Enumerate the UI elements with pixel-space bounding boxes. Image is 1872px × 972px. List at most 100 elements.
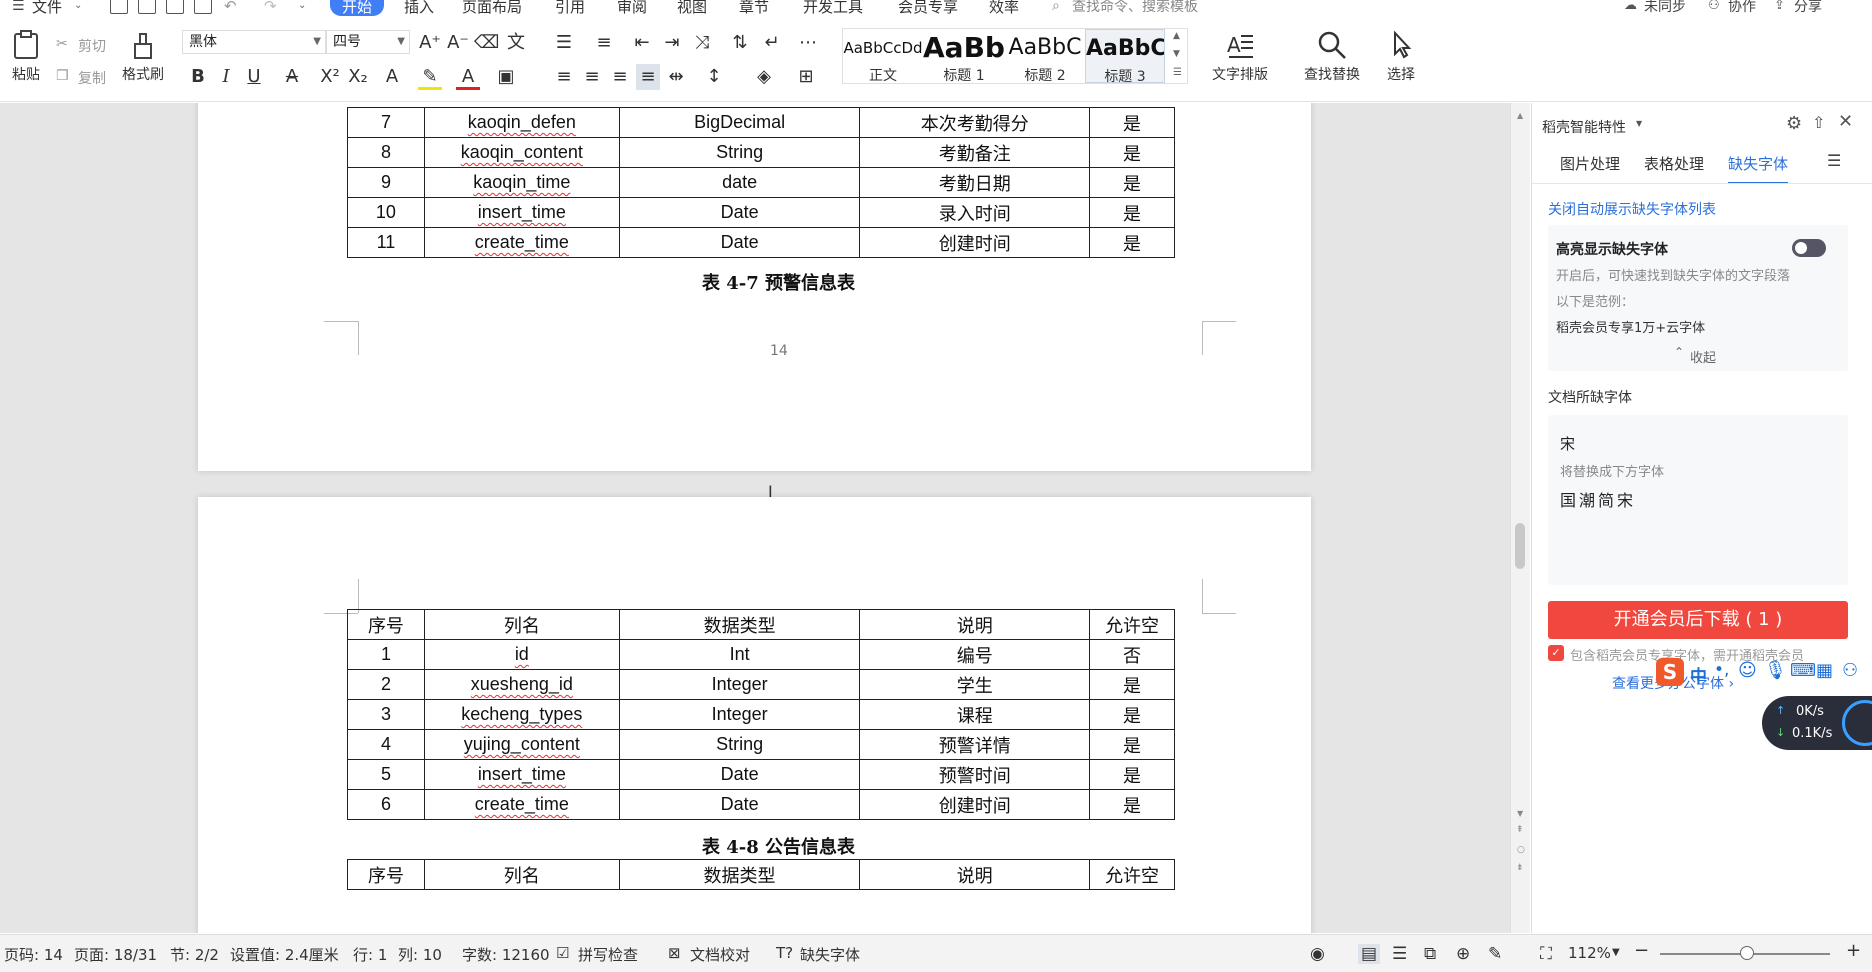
tab-references[interactable]: 引用 [555,0,585,16]
table-cell[interactable]: Int [618,639,861,670]
bold-icon[interactable]: B [186,64,210,90]
user-icon[interactable]: ⚇ [1842,660,1858,681]
tab-chapter[interactable]: 章节 [739,0,769,16]
document-workspace[interactable]: 7 kaoqin_defen BigDecimal 本次考勤得分是 8 kaoqin_co… [0,103,1530,933]
collab-icon[interactable]: ⚇ [1708,0,1720,12]
text-effect-icon[interactable]: A [380,64,404,90]
table-cell[interactable]: 学生 [859,669,1091,700]
table-cell[interactable]: 3 [347,699,425,730]
table-cell[interactable]: Date [618,789,861,820]
status-setting[interactable]: 设置值: 2.4厘米 [230,944,339,965]
table-cell[interactable]: 是 [1089,729,1175,760]
tab-insert[interactable]: 插入 [404,0,434,16]
style-normal[interactable]: AaBbCcDd 正文 [843,29,923,84]
shrink-font-icon[interactable]: A⁻ [446,30,470,56]
pin-icon[interactable]: ⇧ [1812,113,1825,132]
table-cell[interactable]: 本次考勤得分 [859,107,1091,138]
table-row[interactable]: 9 kaoqin_time date 考勤日期是 [347,167,1175,198]
format-painter-button[interactable]: 格式刷 [118,30,168,84]
chevron-up-icon[interactable]: ▲ [1517,111,1523,120]
table-cell[interactable]: insert_time [423,759,620,790]
ime-chinese-mode[interactable]: 中 [1690,662,1707,687]
table-cell[interactable]: String [618,137,861,168]
tab-view[interactable]: 视图 [677,0,707,16]
numbered-list-icon[interactable]: ≡ [592,30,616,56]
italic-icon[interactable]: I [214,64,238,90]
table-cell[interactable]: 9 [347,167,425,198]
document-page[interactable]: 7 kaoqin_defen BigDecimal 本次考勤得分是 8 kaoqin_co… [198,103,1311,471]
tab-home[interactable]: 开始 [330,0,385,16]
print-icon[interactable] [166,0,184,14]
spell-check-button[interactable]: 拼写检查 [578,944,638,965]
highlight-icon[interactable]: ✎ [418,64,442,90]
table-cell[interactable]: 是 [1089,759,1175,790]
table-cell[interactable]: 考勤日期 [859,167,1091,198]
copy-icon[interactable]: ❐ [56,68,69,84]
table-cell[interactable]: xuesheng_id [423,669,620,700]
table-cell[interactable]: 11 [347,227,425,258]
chevron-up-icon[interactable]: ⌃ [1674,345,1684,359]
style-heading-3[interactable]: AaBbC 标题 3 [1085,29,1165,85]
copy-button[interactable]: 复制 [78,68,106,88]
tab-missing-fonts[interactable]: 缺失字体 [1728,153,1789,184]
status-row[interactable]: 行: 1 [353,944,387,965]
table-cell[interactable]: 是 [1089,789,1175,820]
table-row[interactable]: 5 insert_time Date 预警时间是 [347,759,1175,790]
table-cell[interactable]: 是 [1089,197,1175,228]
table-cell[interactable]: 创建时间 [859,227,1091,258]
document-page[interactable]: 序号 列名 数据类型 说明 允许空 1 id Int 编号否 2 xuesheng_id I… [198,497,1311,933]
chevron-down-icon[interactable]: ▼ [1636,119,1642,128]
table-row[interactable]: 8 kaoqin_content String 考勤备注是 [347,137,1175,168]
table-row[interactable]: 2 xuesheng_id Integer 学生是 [347,669,1175,700]
highlight-toggle[interactable] [1792,239,1826,257]
table-cell[interactable]: BigDecimal [618,107,861,138]
status-section[interactable]: 节: 2/2 [170,944,219,965]
sort-icon[interactable]: ⇅ [728,30,752,56]
table-row[interactable]: 3 kecheng_types Integer 课程是 [347,699,1175,730]
status-col[interactable]: 列: 10 [398,944,442,965]
next-page-icon[interactable]: ⇟ [1516,863,1524,873]
table-cell[interactable]: Integer [618,669,861,700]
status-page[interactable]: 页面: 18/31 [74,944,157,965]
chevron-down-icon[interactable]: ▼ [1612,947,1620,958]
tab-image-processing[interactable]: 图片处理 [1560,153,1620,174]
strikethrough-icon[interactable]: A [280,64,304,90]
table-cell[interactable]: 创建时间 [859,789,1091,820]
data-table[interactable]: 序号 列名 数据类型 说明 允许空 [347,859,1175,890]
font-name-select[interactable]: 黑体 ▼ [182,30,326,54]
table-cell[interactable]: 是 [1089,167,1175,198]
table-cell[interactable]: Date [618,227,861,258]
network-speed-widget[interactable]: ↑ 0K/s ↓ 0.1K/s [1762,696,1872,750]
cloud-sync-icon[interactable]: ☁ [1624,0,1637,12]
search-icon[interactable]: ⌕ [1052,0,1060,13]
tab-member[interactable]: 会员专享 [898,0,958,16]
shading-icon[interactable]: ◈ [752,64,776,90]
redo-icon[interactable]: ↷ [264,0,277,14]
table-cell[interactable]: 是 [1089,669,1175,700]
font-color-icon[interactable]: A [456,64,480,90]
table-row[interactable]: 4 yujing_content String 预警详情是 [347,729,1175,760]
more-styles-icon[interactable]: ☰ [1173,67,1182,78]
keyboard-icon[interactable]: ⌨ [1790,660,1816,681]
spell-check-icon[interactable]: ☑ [556,944,569,962]
fit-page-icon[interactable]: ⛶ [1540,944,1552,964]
table-row[interactable]: 7 kaoqin_defen BigDecimal 本次考勤得分是 [347,107,1175,138]
prev-page-icon[interactable]: ⇞ [1516,825,1524,835]
save-icon[interactable] [110,0,128,14]
table-cell[interactable]: 2 [347,669,425,700]
web-view-icon[interactable]: ⊕ [1456,944,1470,964]
table-cell[interactable]: 考勤备注 [859,137,1091,168]
table-cell[interactable]: id [423,639,620,670]
share-icon[interactable]: ⇪ [1774,0,1785,12]
zoom-slider-thumb[interactable] [1740,946,1754,960]
bullet-list-icon[interactable]: ☰ [552,30,576,56]
doc-proof-button[interactable]: 文档校对 [690,944,750,965]
table-row[interactable]: 6 create_time Date 创建时间是 [347,789,1175,820]
table-cell[interactable]: 7 [347,107,425,138]
skin-icon[interactable]: ▦ [1816,660,1833,681]
increase-indent-icon[interactable]: ⇥ [660,30,684,56]
table-cell[interactable]: 录入时间 [859,197,1091,228]
missing-fonts-icon[interactable]: T? [776,944,793,962]
table-cell[interactable]: Date [618,197,861,228]
font-size-select[interactable]: 四号 ▼ [326,30,410,54]
